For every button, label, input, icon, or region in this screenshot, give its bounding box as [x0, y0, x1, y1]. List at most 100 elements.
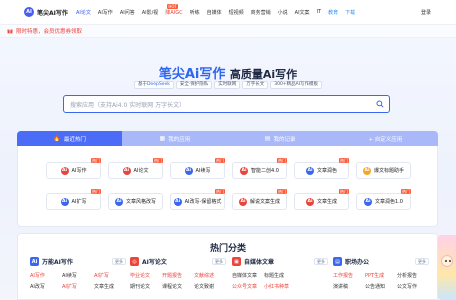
- nav-link[interactable]: 商务营销: [251, 9, 271, 16]
- category-item[interactable]: 文章生成: [94, 283, 126, 290]
- nav-link[interactable]: AI文案: [295, 9, 310, 16]
- more-button[interactable]: 更多: [415, 258, 429, 265]
- app-card[interactable]: Ai 智能二创4.0 热门: [232, 158, 287, 179]
- hot-badge: 热门: [401, 189, 411, 194]
- search-input[interactable]: 搜索应用（支持Ai4.0 实时联网 万字长文）: [63, 95, 390, 113]
- tab[interactable]: + 自定义应用: [332, 131, 438, 146]
- nav-link[interactable]: 自媒体: [207, 9, 222, 16]
- app-card[interactable]: Ai 文章生成 热门: [294, 189, 349, 210]
- category-item[interactable]: 分析报告: [397, 272, 429, 279]
- app-card-label: 智能二创4.0: [251, 168, 279, 174]
- nav-link[interactable]: AI写作: [98, 9, 113, 16]
- category-item[interactable]: 小红书种草: [264, 283, 296, 290]
- app-icon: Ai: [364, 197, 373, 206]
- tab-label: 我的记录: [273, 136, 296, 143]
- hot-badge: 热门: [215, 189, 225, 194]
- feature-tag-text: 万字长文: [246, 82, 265, 87]
- tab[interactable]: ▦ 我的应用: [122, 131, 228, 146]
- app-card-label: 文章风格改写: [125, 199, 156, 205]
- app-card[interactable]: Ai 文章润色1.0 热门: [356, 189, 411, 210]
- promo-bar[interactable]: 限时特惠，会员优惠券领取: [0, 24, 456, 38]
- tab[interactable]: 🔥 最近热门: [17, 131, 123, 146]
- category-item[interactable]: [296, 283, 328, 290]
- category-item[interactable]: 公众号文章: [232, 283, 264, 290]
- app-card[interactable]: Ai AI改写-保留格式 热门: [170, 189, 225, 210]
- app-icon: Ai: [60, 197, 69, 206]
- nav-link[interactable]: 教育: [328, 9, 338, 16]
- category-item[interactable]: 自媒体文章: [232, 272, 264, 279]
- nav-link[interactable]: 听练: [190, 9, 200, 16]
- login-link[interactable]: 登录: [421, 9, 431, 16]
- nav-link[interactable]: 小说: [278, 9, 288, 16]
- nav-link[interactable]: AI影/视: [142, 9, 159, 16]
- category-item[interactable]: 期刊论文: [130, 283, 162, 290]
- mascot-floater[interactable]: [438, 235, 456, 300]
- app-card[interactable]: Ai 文章润色 热门: [294, 158, 349, 179]
- hot-badge: 热门: [153, 158, 163, 163]
- more-button[interactable]: 更多: [112, 258, 126, 265]
- tab-icon: 🔥: [53, 135, 61, 142]
- promo-text: 限时特惠，会员优惠券领取: [16, 29, 83, 35]
- category-item[interactable]: AI续写: [62, 272, 94, 279]
- app-card[interactable]: Ai AI续写 热门: [170, 158, 225, 179]
- nav-link[interactable]: AI问答: [120, 9, 135, 16]
- category-label: 万能AI写作: [42, 259, 73, 266]
- app-card-label: AI写作: [71, 168, 87, 174]
- app-card-label: 爆文标题助手: [373, 168, 404, 174]
- app-card[interactable]: Ai AI扩写 热门: [46, 189, 101, 210]
- nav-link[interactable]: 降AIGC HOT: [165, 3, 183, 16]
- category-label: 自媒体文章: [244, 259, 275, 266]
- category-item[interactable]: PPT生成: [365, 272, 397, 279]
- hot-badge: 热门: [91, 158, 101, 163]
- page-title: 笔尖Ai写作 高质量Ai写作: [0, 63, 456, 82]
- category-items: 工作报告 PPT生成 分析报告演讲稿 公告通知 公文写作: [333, 272, 429, 290]
- category-item[interactable]: 文献综述: [194, 272, 226, 279]
- category-item[interactable]: AI扩写: [62, 283, 94, 290]
- app-card[interactable]: Ai 文章风格改写: [108, 193, 163, 210]
- apps-tabs: 🔥 最近热门 ▦ 我的应用 ▤ 我的记录 + 自定义应用: [17, 131, 438, 146]
- category-item[interactable]: AI写作: [30, 272, 62, 279]
- feature-tag-text: 安全·保护隐私: [179, 82, 209, 87]
- category-item[interactable]: 课程论文: [162, 283, 194, 290]
- more-button[interactable]: 更多: [212, 258, 226, 265]
- app-card-label: 文章润色: [316, 168, 337, 174]
- category-item[interactable]: 毕业论文: [130, 272, 162, 279]
- category-item[interactable]: 标题生成: [264, 272, 296, 279]
- mascot-eye: [449, 260, 451, 262]
- category-item[interactable]: 公告通知: [365, 283, 397, 290]
- app-card[interactable]: Ai 解说文案生成 热门: [232, 189, 287, 210]
- category-icon: ▣: [232, 257, 241, 266]
- feature-tag: 安全·保护隐私: [175, 81, 213, 89]
- hot-badge: HOT: [167, 3, 178, 9]
- category-item[interactable]: 演讲稿: [333, 283, 365, 290]
- nav-link[interactable]: AI论文: [76, 9, 91, 16]
- category-item[interactable]: AI改写: [30, 283, 62, 290]
- app-card[interactable]: Ai 爆文标题助手: [356, 162, 411, 179]
- feature-tag-highlight: DeepSeek: [146, 82, 170, 87]
- category-item[interactable]: 工作报告: [333, 272, 365, 279]
- feature-tags: 基于DeepSeek 安全·保护隐私 实时联网 万字长文 300+精品AI写作模板: [0, 81, 456, 89]
- category-item[interactable]: 论文致谢: [194, 283, 226, 290]
- nav-link[interactable]: 短视频: [229, 9, 244, 16]
- app-icon: Ai: [60, 166, 69, 175]
- category-column: ▤ 职场办公 更多 工作报告 PPT生成 分析报告 演讲稿 公告通知 公文写作: [333, 256, 429, 290]
- app-icon: Ai: [362, 166, 371, 175]
- category-item[interactable]: 开题报告: [162, 272, 194, 279]
- hot-badge: 热门: [277, 189, 287, 194]
- search-icon[interactable]: [376, 100, 384, 108]
- category-item[interactable]: AI扩写: [94, 272, 126, 279]
- nav-link[interactable]: IT: [317, 9, 322, 15]
- category-item[interactable]: [296, 272, 328, 279]
- nav-link[interactable]: 下载: [345, 9, 355, 16]
- tab[interactable]: ▤ 我的记录: [227, 131, 333, 146]
- search-placeholder: 搜索应用（支持Ai4.0 实时联网 万字长文）: [70, 101, 186, 109]
- app-card-label: 解说文案生成: [249, 199, 280, 205]
- tab-label: 我的应用: [168, 136, 191, 143]
- category-item[interactable]: 公文写作: [397, 283, 429, 290]
- logo[interactable]: AI 笔尖AI写作: [24, 7, 74, 17]
- app-card[interactable]: Ai AI论文 热门: [108, 158, 163, 179]
- app-card[interactable]: Ai AI写作 热门: [46, 158, 101, 179]
- more-button[interactable]: 更多: [314, 258, 328, 265]
- tab-label: + 自定义应用: [368, 136, 403, 143]
- category-icon: Ai: [30, 257, 39, 266]
